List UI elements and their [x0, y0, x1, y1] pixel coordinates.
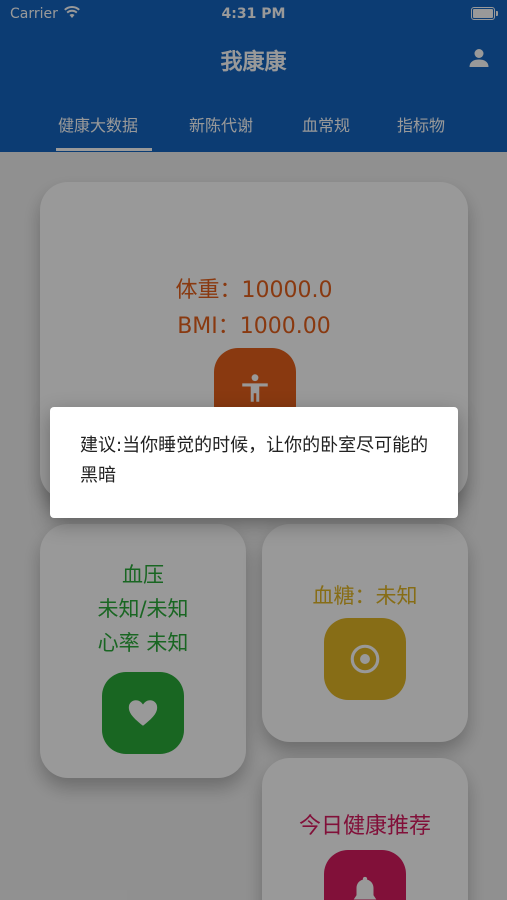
tip-dialog[interactable]: 建议:当你睡觉的时候，让你的卧室尽可能的黑暗: [50, 407, 458, 518]
tip-message: 建议:当你睡觉的时候，让你的卧室尽可能的黑暗: [80, 435, 429, 486]
